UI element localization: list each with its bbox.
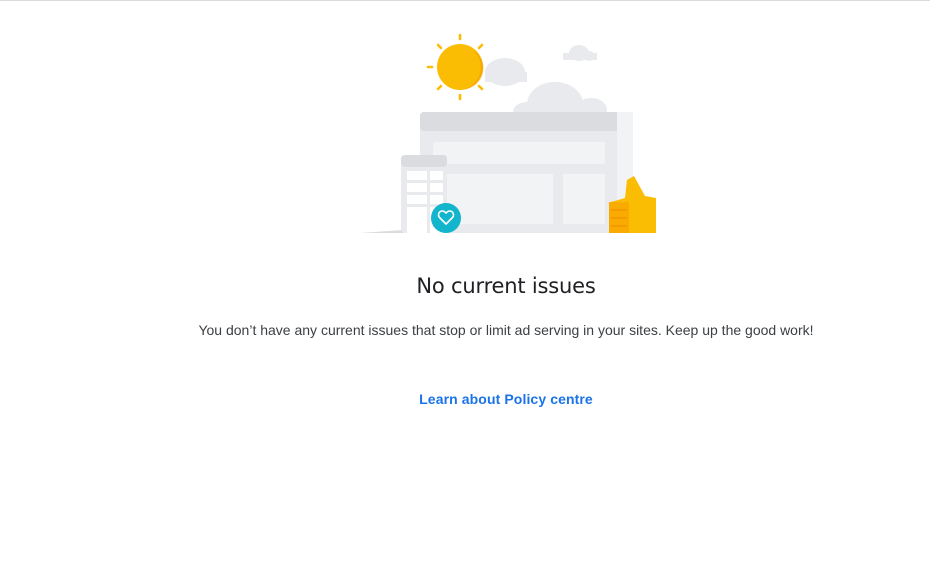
learn-link-container: Learn about Policy centre <box>0 391 930 409</box>
empty-state-message: You don’t have any current issues that s… <box>198 322 814 338</box>
policy-centre-page: No current issues You don’t have any cur… <box>0 0 930 568</box>
no-issues-illustration <box>360 33 656 233</box>
learn-about-policy-centre-link[interactable]: Learn about Policy centre <box>419 391 593 407</box>
sun-icon <box>426 33 494 101</box>
top-divider <box>0 0 930 1</box>
empty-state-title: No current issues <box>416 274 596 298</box>
heart-badge-icon <box>431 203 461 233</box>
